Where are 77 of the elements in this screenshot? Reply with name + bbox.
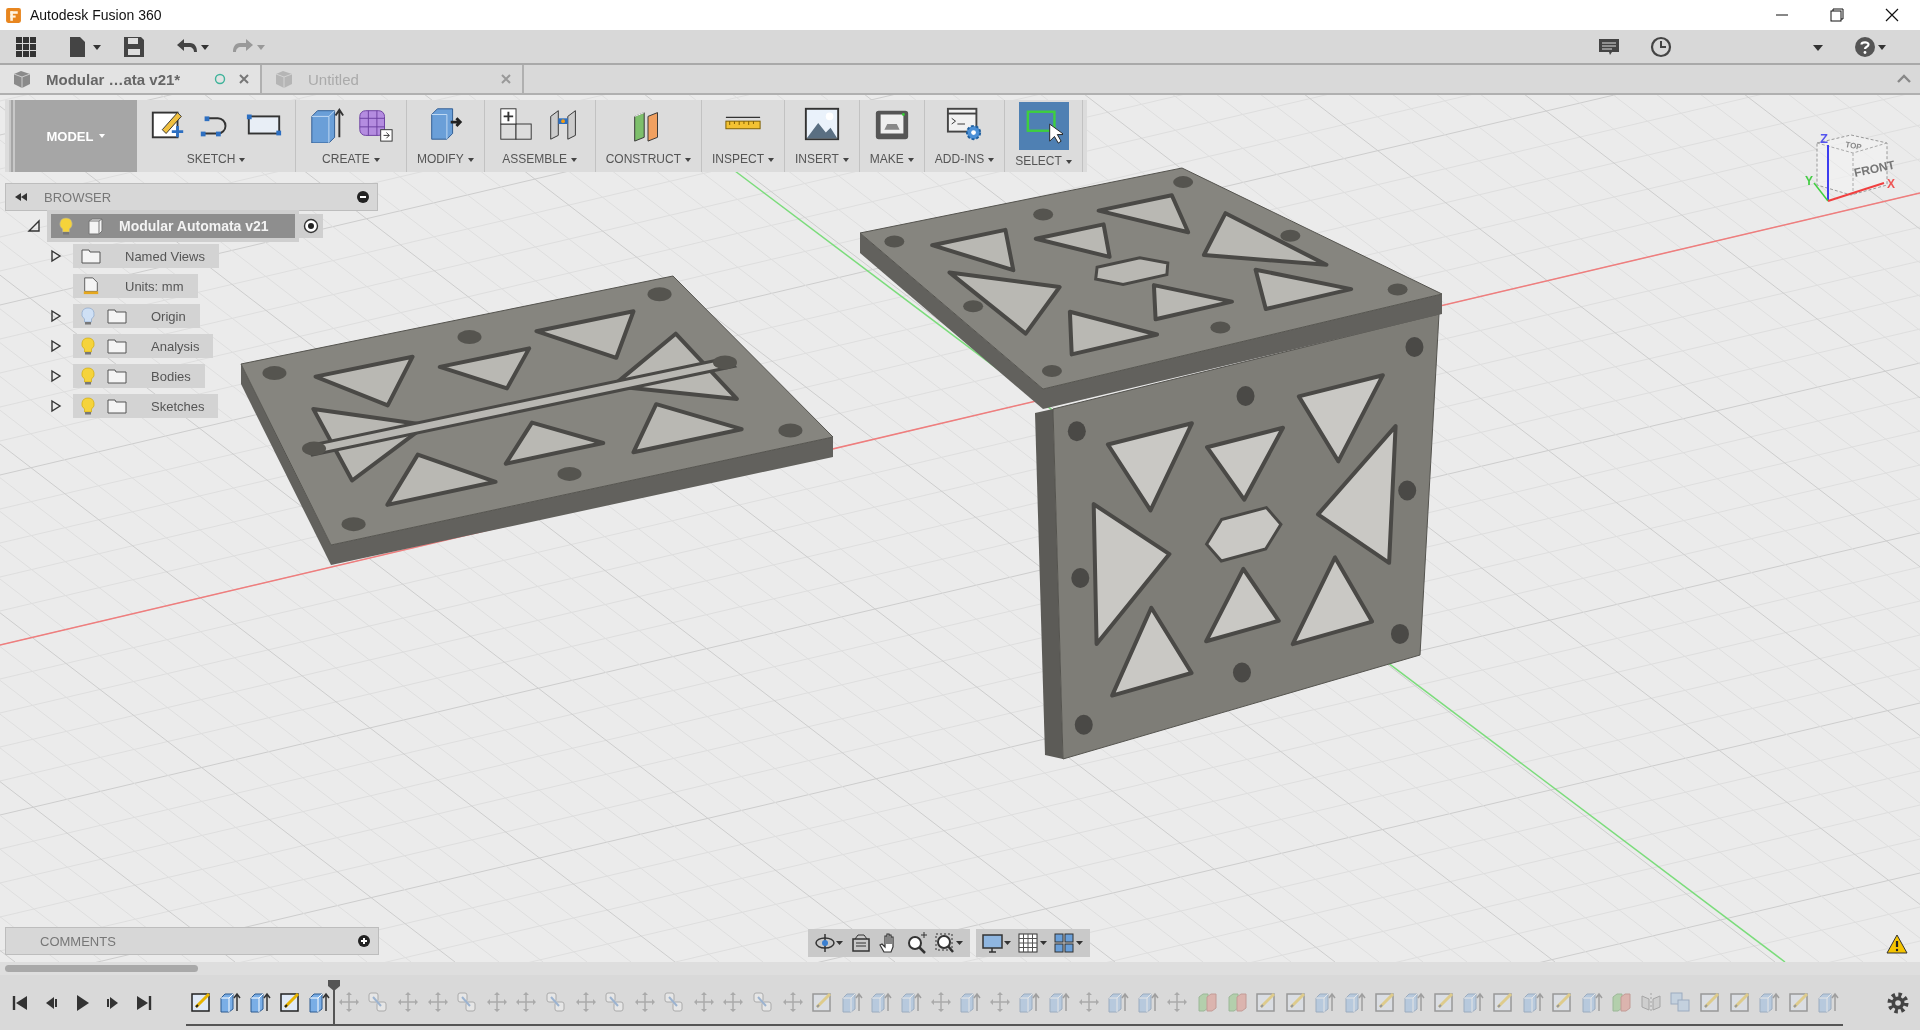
- box-arrow-icon[interactable]: [308, 990, 331, 1013]
- toolbar-menu[interactable]: ASSEMBLE: [502, 152, 577, 166]
- clock-icon[interactable]: [1650, 35, 1672, 58]
- box-arrow-icon[interactable]: [219, 990, 242, 1013]
- axis-label: Y: [1805, 174, 1813, 188]
- cube-icon: [12, 69, 32, 89]
- selected-tool[interactable]: [1018, 102, 1069, 150]
- cube-icon: [274, 69, 294, 89]
- toolbar-menu[interactable]: INSPECT: [712, 152, 774, 166]
- orbit-icon[interactable]: [814, 932, 844, 954]
- folder-icon: [107, 307, 127, 325]
- tree-item[interactable]: Named Views: [73, 244, 219, 268]
- light-bulb-icon[interactable]: [59, 217, 73, 235]
- tree-item[interactable]: Bodies: [73, 364, 205, 388]
- tree-item[interactable]: Units: mm: [73, 274, 198, 298]
- monitor-icon[interactable]: [982, 932, 1012, 954]
- grid-icon[interactable]: [1018, 932, 1048, 954]
- cube-face-label: TOP: [1844, 140, 1863, 152]
- plus-circle-icon[interactable]: [358, 935, 370, 947]
- expand-arrow-icon[interactable]: [27, 219, 41, 233]
- light-bulb-icon[interactable]: [81, 397, 95, 415]
- box-arrow-icon[interactable]: [249, 990, 271, 1013]
- app-logo-icon: [5, 6, 22, 24]
- viewports-icon[interactable]: [1054, 932, 1084, 954]
- light-bulb-icon[interactable]: [81, 307, 95, 325]
- folder-icon: [107, 367, 127, 385]
- zoom-window-icon[interactable]: [934, 932, 964, 954]
- light-bulb-icon[interactable]: [81, 367, 95, 385]
- axis-label: Z: [1820, 131, 1828, 146]
- tree-item[interactable]: Analysis: [73, 334, 214, 358]
- status-circle-icon: [214, 73, 226, 85]
- document-ruler-icon: [81, 277, 101, 295]
- save-icon[interactable]: [123, 35, 145, 58]
- radio-button[interactable]: [299, 214, 323, 238]
- panel-title: BROWSER: [44, 189, 112, 205]
- minus-circle-icon[interactable]: [357, 191, 369, 203]
- expand-arrow-icon[interactable]: [49, 399, 63, 413]
- collapse-arrows-icon[interactable]: [14, 192, 28, 202]
- expand-arrow-icon[interactable]: [49, 309, 63, 323]
- picture-icon[interactable]: [802, 105, 841, 143]
- scrollbar-thumb[interactable]: [5, 965, 198, 972]
- toolbar-menu[interactable]: CREATE: [322, 152, 380, 166]
- tree-item[interactable]: Sketches: [73, 394, 219, 418]
- light-bulb-icon[interactable]: [81, 337, 95, 355]
- box-icon[interactable]: [308, 105, 346, 143]
- collapse-icon[interactable]: [1896, 73, 1912, 85]
- expand-arrow-icon[interactable]: [49, 249, 63, 263]
- restore-icon[interactable]: [1827, 5, 1847, 25]
- cube-icon: [85, 217, 105, 235]
- tree-item[interactable]: Origin: [73, 304, 200, 328]
- panel-title: COMMENTS: [40, 933, 116, 949]
- zoom-icon[interactable]: [906, 932, 928, 954]
- toolbar-menu[interactable]: CONSTRUCT: [605, 152, 691, 166]
- warning-icon[interactable]: [1886, 934, 1908, 954]
- axis-label: X: [1887, 177, 1895, 191]
- folder-icon: [81, 247, 101, 265]
- folder-icon: [107, 337, 127, 355]
- sketch-icon[interactable]: [189, 990, 212, 1013]
- window-title: Autodesk Fusion 360: [30, 7, 162, 23]
- toolbar-menu[interactable]: SELECT: [1015, 154, 1072, 168]
- gear-window-icon[interactable]: [945, 105, 984, 143]
- document-tab[interactable]: Modular …ata v21*: [0, 65, 262, 93]
- cube-face-label: FRONT: [1852, 157, 1897, 180]
- timeline-marker[interactable]: [327, 979, 340, 1024]
- toolbar-menu[interactable]: INSERT: [795, 152, 849, 166]
- sketch-icon[interactable]: [278, 990, 301, 1013]
- expand-arrow-icon[interactable]: [49, 339, 63, 353]
- toolbar-menu[interactable]: MAKE: [869, 152, 914, 166]
- expand-arrow-icon[interactable]: [49, 369, 63, 383]
- settings-icon[interactable]: [1886, 990, 1910, 1015]
- look-at-icon[interactable]: [850, 932, 872, 954]
- toolbar-menu[interactable]: ADD-INS: [934, 152, 995, 166]
- grid-menu-icon[interactable]: [15, 35, 37, 58]
- toolbar-menu[interactable]: SKETCH: [186, 152, 246, 166]
- folder-icon: [107, 397, 127, 415]
- toolbar-menu[interactable]: MODIFY: [417, 152, 474, 166]
- file-icon[interactable]: [67, 35, 103, 58]
